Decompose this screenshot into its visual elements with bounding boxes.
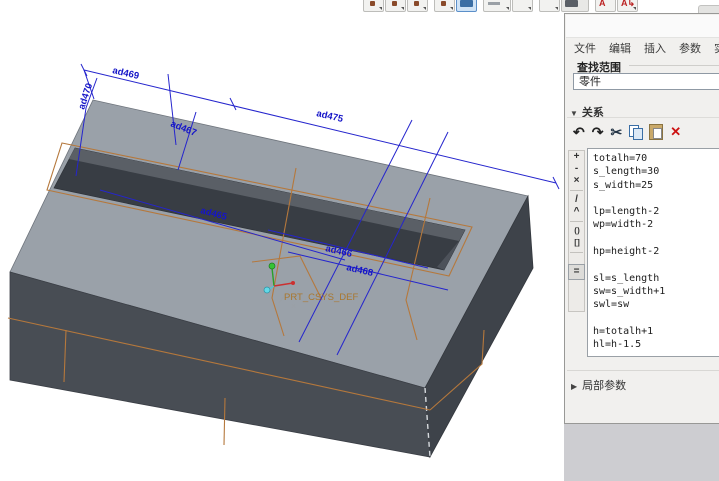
background-area	[564, 424, 719, 481]
dialog-title-bar[interactable]	[566, 15, 719, 38]
relations-code-editor[interactable]: totalh=70 s_length=30 s_width=25 lp=leng…	[587, 148, 719, 357]
dim-tick-2	[230, 98, 236, 110]
toolbar-button-1[interactable]	[363, 0, 384, 12]
op-equals-button[interactable]: =	[568, 264, 585, 280]
undo-icon[interactable]: ↶	[573, 123, 585, 141]
toolbar-button-8[interactable]: A	[595, 0, 616, 12]
relations-divider	[567, 117, 719, 118]
toolbar-button-4[interactable]	[434, 0, 455, 12]
local-params-section-header[interactable]: ▶ 局部参数	[571, 377, 626, 393]
menu-parameters[interactable]: 参数	[679, 40, 701, 56]
menu-utilities[interactable]: 实用工具	[714, 40, 719, 56]
op-minus-button[interactable]: -	[569, 163, 584, 175]
paste-icon[interactable]	[649, 124, 663, 140]
op-divide-button[interactable]: /	[569, 194, 584, 206]
toolbar-button-9[interactable]: A↳	[617, 0, 638, 12]
local-params-label: 局部参数	[582, 380, 626, 392]
toolbar-button-5[interactable]	[483, 0, 511, 12]
toolbar-button-7[interactable]	[539, 0, 560, 12]
relations-dialog: 文件 编辑 插入 参数 实用工具 查找范围 零件 ▼关系 ↶ ↷ ✂ ✕ + -…	[564, 13, 719, 424]
redo-icon[interactable]: ↷	[592, 123, 604, 141]
expand-triangle-icon: ▶	[571, 382, 577, 391]
op-brackets-button[interactable]: [ ]	[569, 237, 584, 249]
delete-icon[interactable]: ✕	[670, 123, 681, 141]
toolbar-button-6[interactable]	[512, 0, 533, 12]
op-parens-button[interactable]: ( )	[569, 225, 584, 237]
csys-z-handle[interactable]	[264, 287, 270, 293]
csys-label[interactable]: PRT_CSYS_DEF	[284, 292, 358, 303]
dim-label-ad475[interactable]: ad475	[315, 108, 344, 125]
copy-icon[interactable]	[629, 125, 642, 139]
toolbar-button-2[interactable]	[385, 0, 406, 12]
csys-y-handle[interactable]	[269, 263, 275, 269]
menu-file[interactable]: 文件	[574, 40, 596, 56]
menu-edit[interactable]: 编辑	[609, 40, 631, 56]
menu-insert[interactable]: 插入	[644, 40, 666, 56]
cut-icon[interactable]: ✂	[610, 123, 622, 141]
operator-palette: + - × / ^ ( ) [ ] =	[568, 150, 585, 312]
dialog-menubar: 文件 编辑 插入 参数 实用工具	[565, 38, 719, 58]
lookin-combobox[interactable]: 零件	[573, 73, 719, 90]
csys-x-handle[interactable]	[291, 281, 295, 285]
op-plus-button[interactable]: +	[569, 151, 584, 163]
groupbox-divider	[629, 65, 719, 66]
local-params-divider	[567, 370, 719, 371]
eraser-tool-button[interactable]	[561, 0, 589, 12]
app-window: ad469 ad467 ad475 ad465 ad466 ad468 ad47…	[0, 0, 719, 481]
main-toolbar: A A↳	[363, 0, 638, 12]
op-multiply-button[interactable]: ×	[569, 175, 584, 187]
relations-toolbar: ↶ ↷ ✂ ✕	[573, 120, 719, 144]
toolbar-button-active[interactable]	[456, 0, 477, 12]
toolbar-button-3[interactable]	[407, 0, 428, 12]
op-power-button[interactable]: ^	[569, 206, 584, 218]
